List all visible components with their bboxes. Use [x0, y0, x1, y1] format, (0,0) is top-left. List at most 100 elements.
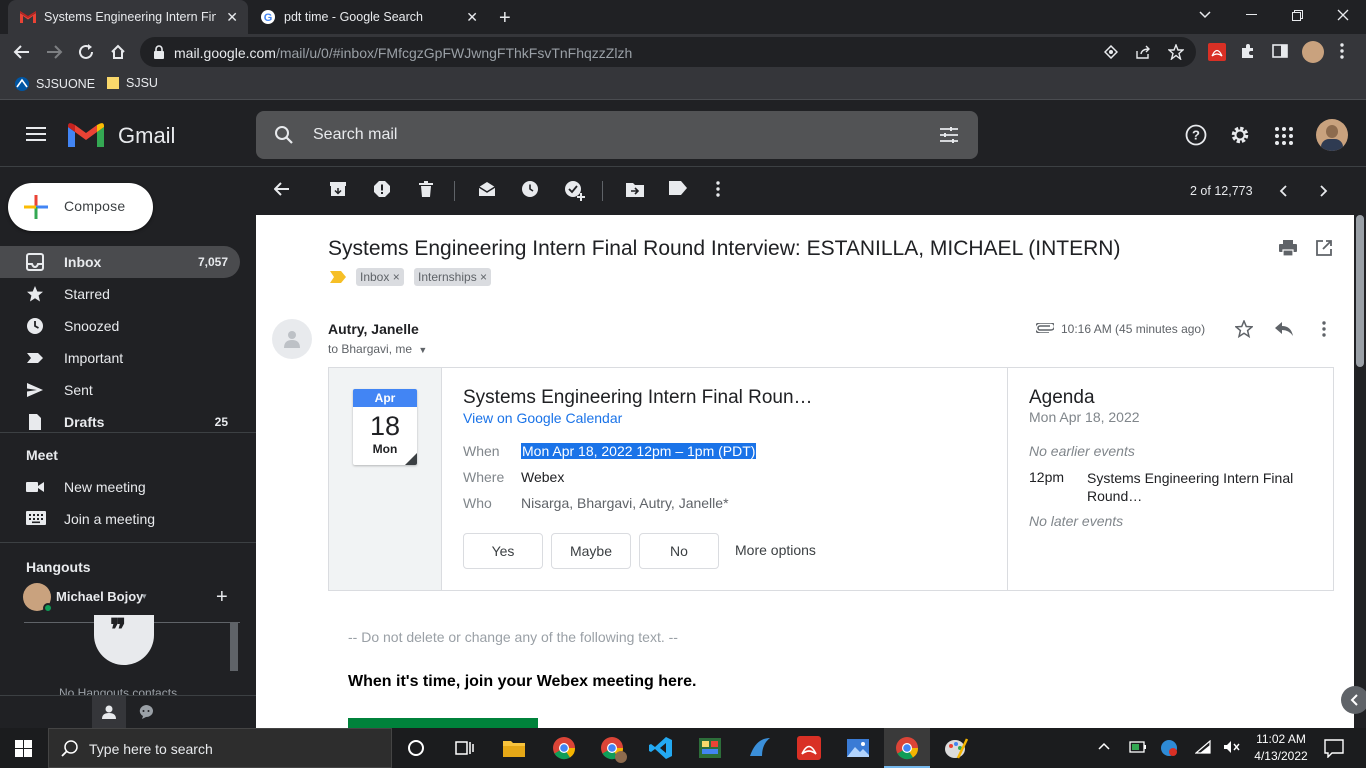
app-launcher-icon[interactable] — [698, 736, 722, 760]
agenda-event-title[interactable]: Systems Engineering Intern Final Round… — [1087, 469, 1317, 505]
hangouts-user-name[interactable]: Michael Bojoy — [56, 589, 143, 604]
recipients[interactable]: to Bhargavi, me ▼ — [328, 342, 427, 356]
hangouts-user-avatar[interactable] — [23, 583, 53, 613]
remove-label-icon[interactable]: × — [480, 270, 487, 284]
sidebar-item-inbox[interactable]: Inbox 7,057 — [0, 246, 240, 278]
add-to-tasks-icon[interactable] — [565, 181, 585, 201]
bookmark-sjsu[interactable]: SJSU — [106, 76, 158, 90]
chrome-icon[interactable] — [552, 736, 576, 760]
add-hangout-icon[interactable]: + — [216, 586, 228, 609]
gmail-logo-icon[interactable] — [68, 123, 104, 149]
compose-button[interactable]: Compose — [8, 183, 153, 231]
acrobat-icon[interactable] — [797, 736, 821, 760]
message-scrollbar[interactable] — [1354, 215, 1366, 728]
new-tab-icon[interactable]: + — [499, 7, 511, 30]
battery-icon[interactable] — [1129, 740, 1147, 754]
reload-icon[interactable] — [77, 43, 95, 61]
sidebar-item-sent[interactable]: Sent — [0, 374, 240, 406]
gmail-wordmark[interactable]: Gmail — [118, 123, 175, 149]
recipients-dropdown-icon[interactable]: ▼ — [418, 345, 427, 355]
print-icon[interactable] — [1279, 240, 1297, 256]
rsvp-maybe-button[interactable]: Maybe — [551, 533, 631, 569]
task-view-icon[interactable] — [452, 736, 476, 760]
search-bar[interactable]: Search mail — [256, 111, 978, 159]
vscode-icon[interactable] — [649, 736, 673, 760]
archive-icon[interactable] — [330, 181, 346, 197]
tab-gmail[interactable]: Systems Engineering Intern Final ✕ — [8, 0, 248, 34]
help-icon[interactable]: ? — [1185, 124, 1207, 146]
taskbar-search-input[interactable]: Type here to search — [89, 741, 213, 757]
back-icon[interactable] — [13, 43, 31, 61]
edge-shark-icon[interactable] — [748, 736, 772, 760]
apps-grid-icon[interactable] — [1275, 127, 1293, 145]
rsvp-yes-button[interactable]: Yes — [463, 533, 543, 569]
taskbar-search-box[interactable]: Type here to search — [48, 728, 392, 768]
photos-icon[interactable] — [846, 736, 870, 760]
paint-icon[interactable] — [944, 736, 968, 760]
wifi-icon[interactable] — [1195, 740, 1211, 754]
scrollbar-thumb[interactable] — [1356, 215, 1364, 367]
search-options-icon[interactable] — [940, 127, 958, 143]
home-icon[interactable] — [109, 43, 127, 61]
star-message-icon[interactable] — [1235, 320, 1253, 338]
sender-avatar[interactable] — [272, 319, 312, 359]
search-icon[interactable] — [274, 125, 294, 145]
sidebar-item-new-meeting[interactable]: New meeting — [0, 471, 240, 503]
open-in-new-window-icon[interactable] — [1316, 240, 1332, 256]
delete-icon[interactable] — [418, 181, 434, 197]
bookmark-sjsuone[interactable]: SJSUONE — [14, 76, 95, 92]
close-tab-icon[interactable]: ✕ — [466, 9, 478, 26]
volume-muted-icon[interactable] — [1223, 740, 1241, 754]
settings-gear-icon[interactable] — [1229, 124, 1251, 146]
move-to-icon[interactable] — [626, 181, 644, 197]
search-input[interactable]: Search mail — [313, 126, 397, 144]
hangouts-scrollbar[interactable] — [230, 623, 238, 671]
message-more-icon[interactable] — [1322, 321, 1326, 337]
extensions-icon[interactable] — [1240, 43, 1256, 59]
sidebar-item-important[interactable]: Important — [0, 342, 240, 374]
close-tab-icon[interactable]: ✕ — [226, 9, 238, 26]
sidebar-item-snoozed[interactable]: Snoozed — [0, 310, 240, 342]
profile-avatar-icon[interactable] — [1302, 41, 1324, 63]
side-panel-toggle-button[interactable] — [1341, 686, 1366, 714]
bookmark-star-icon[interactable] — [1168, 44, 1184, 60]
account-avatar[interactable] — [1316, 119, 1348, 151]
report-spam-icon[interactable] — [374, 181, 390, 197]
rsvp-no-button[interactable]: No — [639, 533, 719, 569]
side-panel-icon[interactable] — [1272, 44, 1288, 58]
tab-google-search[interactable]: G pdt time - Google Search ✕ — [248, 0, 488, 34]
mark-unread-icon[interactable] — [478, 181, 496, 197]
sidebar-item-join-meeting[interactable]: Join a meeting — [0, 503, 240, 535]
webex-tray-icon[interactable] — [1160, 739, 1178, 757]
acrobat-extension-icon[interactable] — [1208, 43, 1226, 61]
share-icon[interactable] — [1136, 45, 1151, 59]
forward-icon[interactable] — [45, 43, 63, 61]
newer-chevron-left-icon[interactable] — [1279, 185, 1287, 197]
cortana-icon[interactable] — [404, 736, 428, 760]
more-options-button[interactable]: More options — [735, 542, 816, 558]
remove-label-icon[interactable]: × — [393, 270, 400, 284]
contacts-tab[interactable] — [92, 696, 126, 728]
sidebar-item-starred[interactable]: Starred — [0, 278, 240, 310]
label-chip-internships[interactable]: Internships × — [414, 268, 492, 286]
label-chip-inbox[interactable]: Inbox × — [356, 268, 404, 286]
join-meeting-button[interactable] — [348, 718, 538, 728]
conversations-icon[interactable] — [139, 705, 153, 719]
tab-search-icon[interactable] — [1182, 0, 1228, 30]
sender-name[interactable]: Autry, Janelle — [328, 321, 419, 337]
snooze-icon[interactable] — [522, 181, 538, 197]
notification-center-icon[interactable] — [1324, 738, 1344, 758]
main-menu-icon[interactable] — [26, 126, 46, 142]
file-explorer-icon[interactable] — [502, 736, 526, 760]
view-on-google-calendar-link[interactable]: View on Google Calendar — [463, 410, 622, 426]
back-to-inbox-icon[interactable] — [274, 181, 290, 197]
taskbar-clock[interactable]: 11:02 AM 4/13/2022 — [1248, 731, 1314, 765]
hangouts-status-dropdown-icon[interactable]: ▾ — [142, 591, 147, 602]
lens-icon[interactable] — [1104, 45, 1118, 59]
show-hidden-icons-icon[interactable] — [1098, 742, 1110, 750]
more-actions-icon[interactable] — [716, 181, 720, 197]
sidebar-item-drafts[interactable]: Drafts 25 — [0, 406, 240, 438]
address-bar[interactable]: mail.google.com/mail/u/0/#inbox/FMfcgzGp… — [140, 37, 1196, 67]
windows-start-icon[interactable] — [15, 740, 32, 757]
labels-icon[interactable] — [669, 181, 687, 195]
